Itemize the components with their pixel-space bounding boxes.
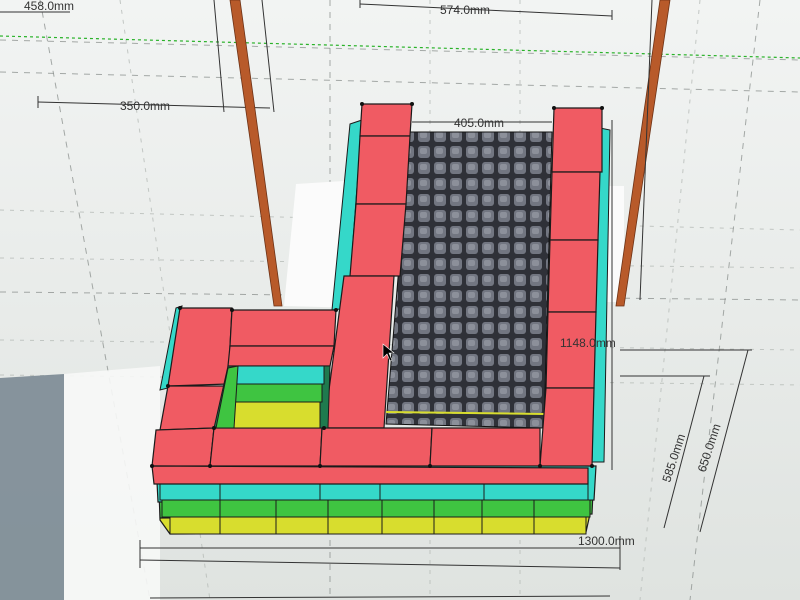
inner-compartment bbox=[213, 365, 331, 429]
dimension-label: 1300.0mm bbox=[578, 534, 635, 548]
dimension-label: 1148.0mm bbox=[560, 336, 616, 350]
charcoal-grate bbox=[385, 131, 553, 429]
modeling-viewport[interactable]: 458.0mm 574.0mm 350.0mm 405.0mm 1148.0mm… bbox=[0, 0, 800, 600]
left-grey-panel bbox=[0, 374, 64, 600]
dimension-label: 405.0mm bbox=[454, 116, 504, 130]
dimension-label: 458.0mm bbox=[24, 0, 74, 13]
left-white-panel bbox=[64, 366, 160, 600]
dimension-label: 350.0mm bbox=[120, 99, 170, 113]
dimension-label: 574.0mm bbox=[440, 3, 490, 17]
